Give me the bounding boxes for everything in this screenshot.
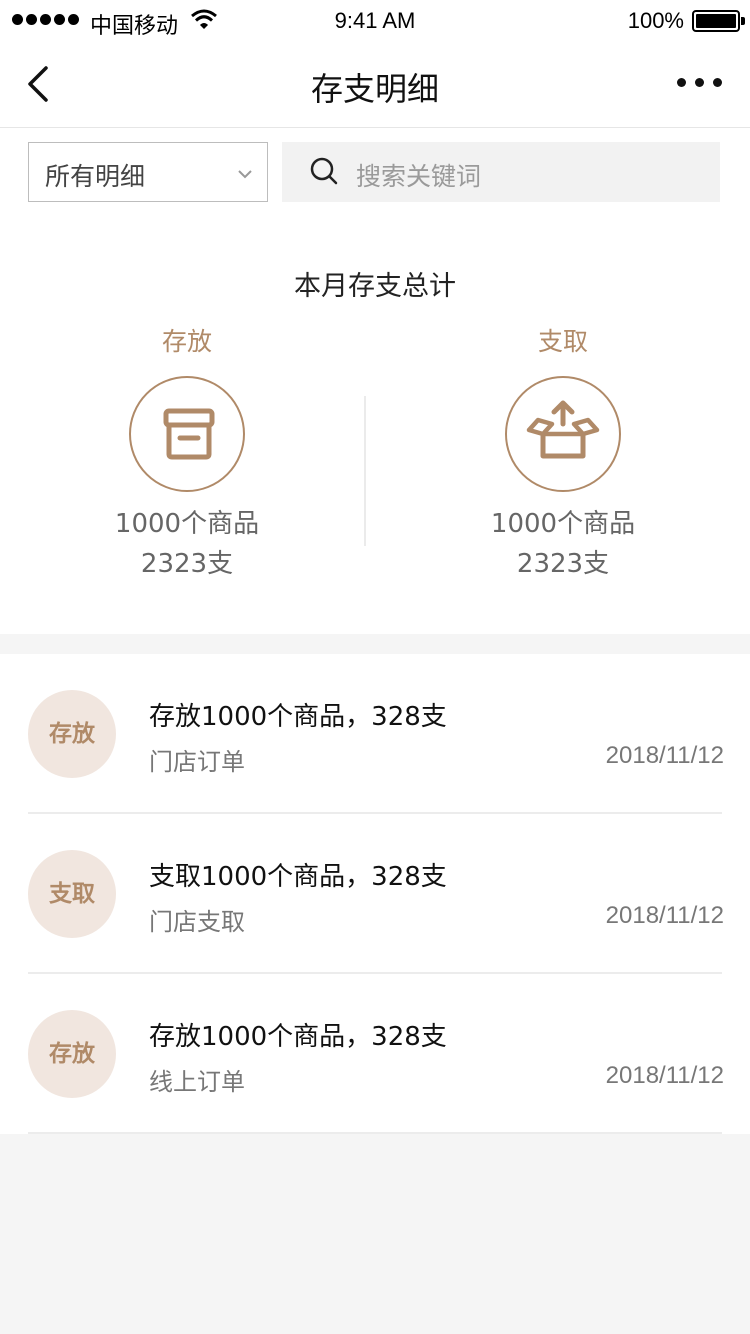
record-date: 2018/11/12 — [605, 1062, 724, 1089]
more-dots-icon[interactable] — [677, 78, 722, 87]
list-item[interactable]: 存放 存放1000个商品，328支 线上订单 2018/11/12 — [0, 974, 750, 1134]
archive-box-icon — [129, 376, 245, 492]
summary-divider — [364, 396, 366, 546]
record-title: 存放1000个商品，328支 — [149, 1022, 447, 1052]
record-source: 门店支取 — [149, 908, 245, 936]
type-badge: 支取 — [28, 850, 116, 938]
battery-tip — [741, 17, 745, 25]
record-title: 存放1000个商品，328支 — [149, 702, 447, 732]
record-title: 支取1000个商品，328支 — [149, 862, 447, 892]
withdraw-summary: 支取 1000个商品 2323支 — [433, 324, 693, 584]
record-date: 2018/11/12 — [605, 742, 724, 769]
battery-icon — [692, 10, 740, 32]
search-icon — [310, 157, 340, 191]
page-title: 存支明细 — [310, 70, 439, 108]
type-badge: 存放 — [28, 1010, 116, 1098]
record-list: 存放 存放1000个商品，328支 门店订单 2018/11/12 支取 支取1… — [0, 654, 750, 1134]
status-bar: 中国移动 9:41 AM 100% — [0, 0, 750, 42]
list-item[interactable]: 支取 支取1000个商品，328支 门店支取 2018/11/12 — [0, 814, 750, 974]
deposit-summary: 存放 1000个商品 2323支 — [57, 324, 317, 584]
withdraw-count: 2323支 — [516, 549, 610, 579]
filter-row: 所有明细 搜索关键词 — [0, 128, 750, 224]
monthly-summary: 本月存支总计 存放 1000个商品 2323支 支取 1000个商品 2323支 — [0, 224, 750, 634]
chevron-down-icon — [237, 165, 253, 184]
nav-bar: 存支明细 — [0, 42, 750, 128]
deposit-items: 1000个商品 — [114, 509, 260, 539]
battery-percentage: 100% — [627, 8, 684, 33]
withdraw-items: 1000个商品 — [490, 509, 636, 539]
summary-title: 本月存支总计 — [294, 271, 456, 302]
detail-type-dropdown[interactable]: 所有明细 — [28, 142, 268, 202]
record-source: 门店订单 — [149, 748, 245, 776]
divider — [28, 1132, 722, 1134]
search-input[interactable]: 搜索关键词 — [282, 142, 720, 202]
deposit-count: 2323支 — [140, 549, 234, 579]
type-badge: 存放 — [28, 690, 116, 778]
deposit-label: 存放 — [161, 327, 212, 356]
record-source: 线上订单 — [149, 1068, 245, 1096]
dropdown-value: 所有明细 — [45, 162, 146, 191]
record-date: 2018/11/12 — [605, 902, 724, 929]
withdraw-label: 支取 — [537, 327, 588, 356]
open-box-upload-icon — [505, 376, 621, 492]
list-item[interactable]: 存放 存放1000个商品，328支 门店订单 2018/11/12 — [0, 654, 750, 814]
search-placeholder: 搜索关键词 — [356, 162, 482, 191]
